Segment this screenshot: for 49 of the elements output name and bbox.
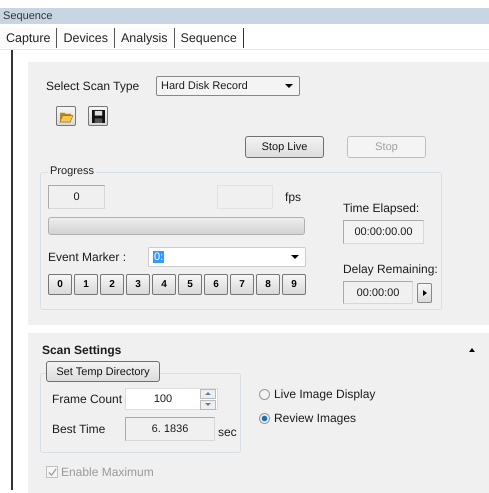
marker-key[interactable]: 8 <box>256 274 280 295</box>
time-elapsed-display: 00:00:00.00 <box>343 220 424 244</box>
save-button[interactable] <box>88 106 108 126</box>
tab[interactable]: Capture <box>0 28 58 48</box>
fps-label: fps <box>285 190 302 204</box>
marker-key[interactable]: 4 <box>152 274 176 295</box>
section-title: Scan Settings <box>42 343 122 357</box>
play-icon <box>422 290 426 296</box>
marker-key[interactable]: 5 <box>178 274 202 295</box>
tab[interactable]: Sequence <box>174 28 244 48</box>
up-arrow-icon <box>205 392 211 395</box>
dropdown-arrow-icon <box>285 84 293 88</box>
tab[interactable]: Devices <box>57 28 115 48</box>
action-button[interactable]: Stop Live <box>245 136 324 158</box>
marker-key[interactable]: 3 <box>126 274 150 295</box>
play-button[interactable] <box>417 282 432 302</box>
radio-label: Review Images <box>274 411 356 425</box>
frame-count-label: Frame Count <box>52 392 124 406</box>
scan-type-dropdown[interactable]: Hard Disk Record <box>156 76 300 96</box>
sec-label: sec <box>218 425 237 439</box>
radio-button[interactable] <box>259 412 270 424</box>
window-title: Sequence <box>3 10 53 22</box>
marker-key[interactable]: 7 <box>230 274 254 295</box>
collapse-icon[interactable] <box>469 348 475 352</box>
radio-button[interactable] <box>259 388 270 400</box>
frame-count-display: 0 <box>48 185 105 209</box>
radio-label: Live Image Display <box>274 387 376 401</box>
event-marker-label: Event Marker : <box>48 250 128 264</box>
delay-remaining-label: Delay Remaining: <box>343 262 438 276</box>
marker-key[interactable]: 9 <box>282 274 306 295</box>
dropdown-arrow-icon <box>291 255 299 259</box>
group-title: Progress <box>48 165 96 177</box>
scan-type-label: Select Scan Type <box>46 79 140 93</box>
marker-key[interactable]: 0 <box>48 274 72 295</box>
marker-key[interactable]: 6 <box>204 274 228 295</box>
checkbox-label: Enable Maximum <box>61 465 154 479</box>
open-folder-button[interactable] <box>56 106 76 126</box>
spin-down-button[interactable] <box>200 400 216 410</box>
best-time-label: Best Time <box>52 422 106 436</box>
tab[interactable]: Analysis <box>114 28 174 48</box>
set-temp-directory-button[interactable]: Set Temp Directory <box>46 361 160 382</box>
best-time-display: 6. 1836 <box>125 417 215 441</box>
frame-count-field[interactable]: 100 <box>125 388 218 410</box>
marker-key[interactable]: 1 <box>74 274 98 295</box>
time-elapsed-label: Time Elapsed: <box>343 201 420 215</box>
down-arrow-icon <box>205 403 211 406</box>
delay-remaining-display: 00:00:00 <box>343 281 413 304</box>
marker-key[interactable]: 2 <box>100 274 124 295</box>
spin-up-button[interactable] <box>200 388 216 398</box>
